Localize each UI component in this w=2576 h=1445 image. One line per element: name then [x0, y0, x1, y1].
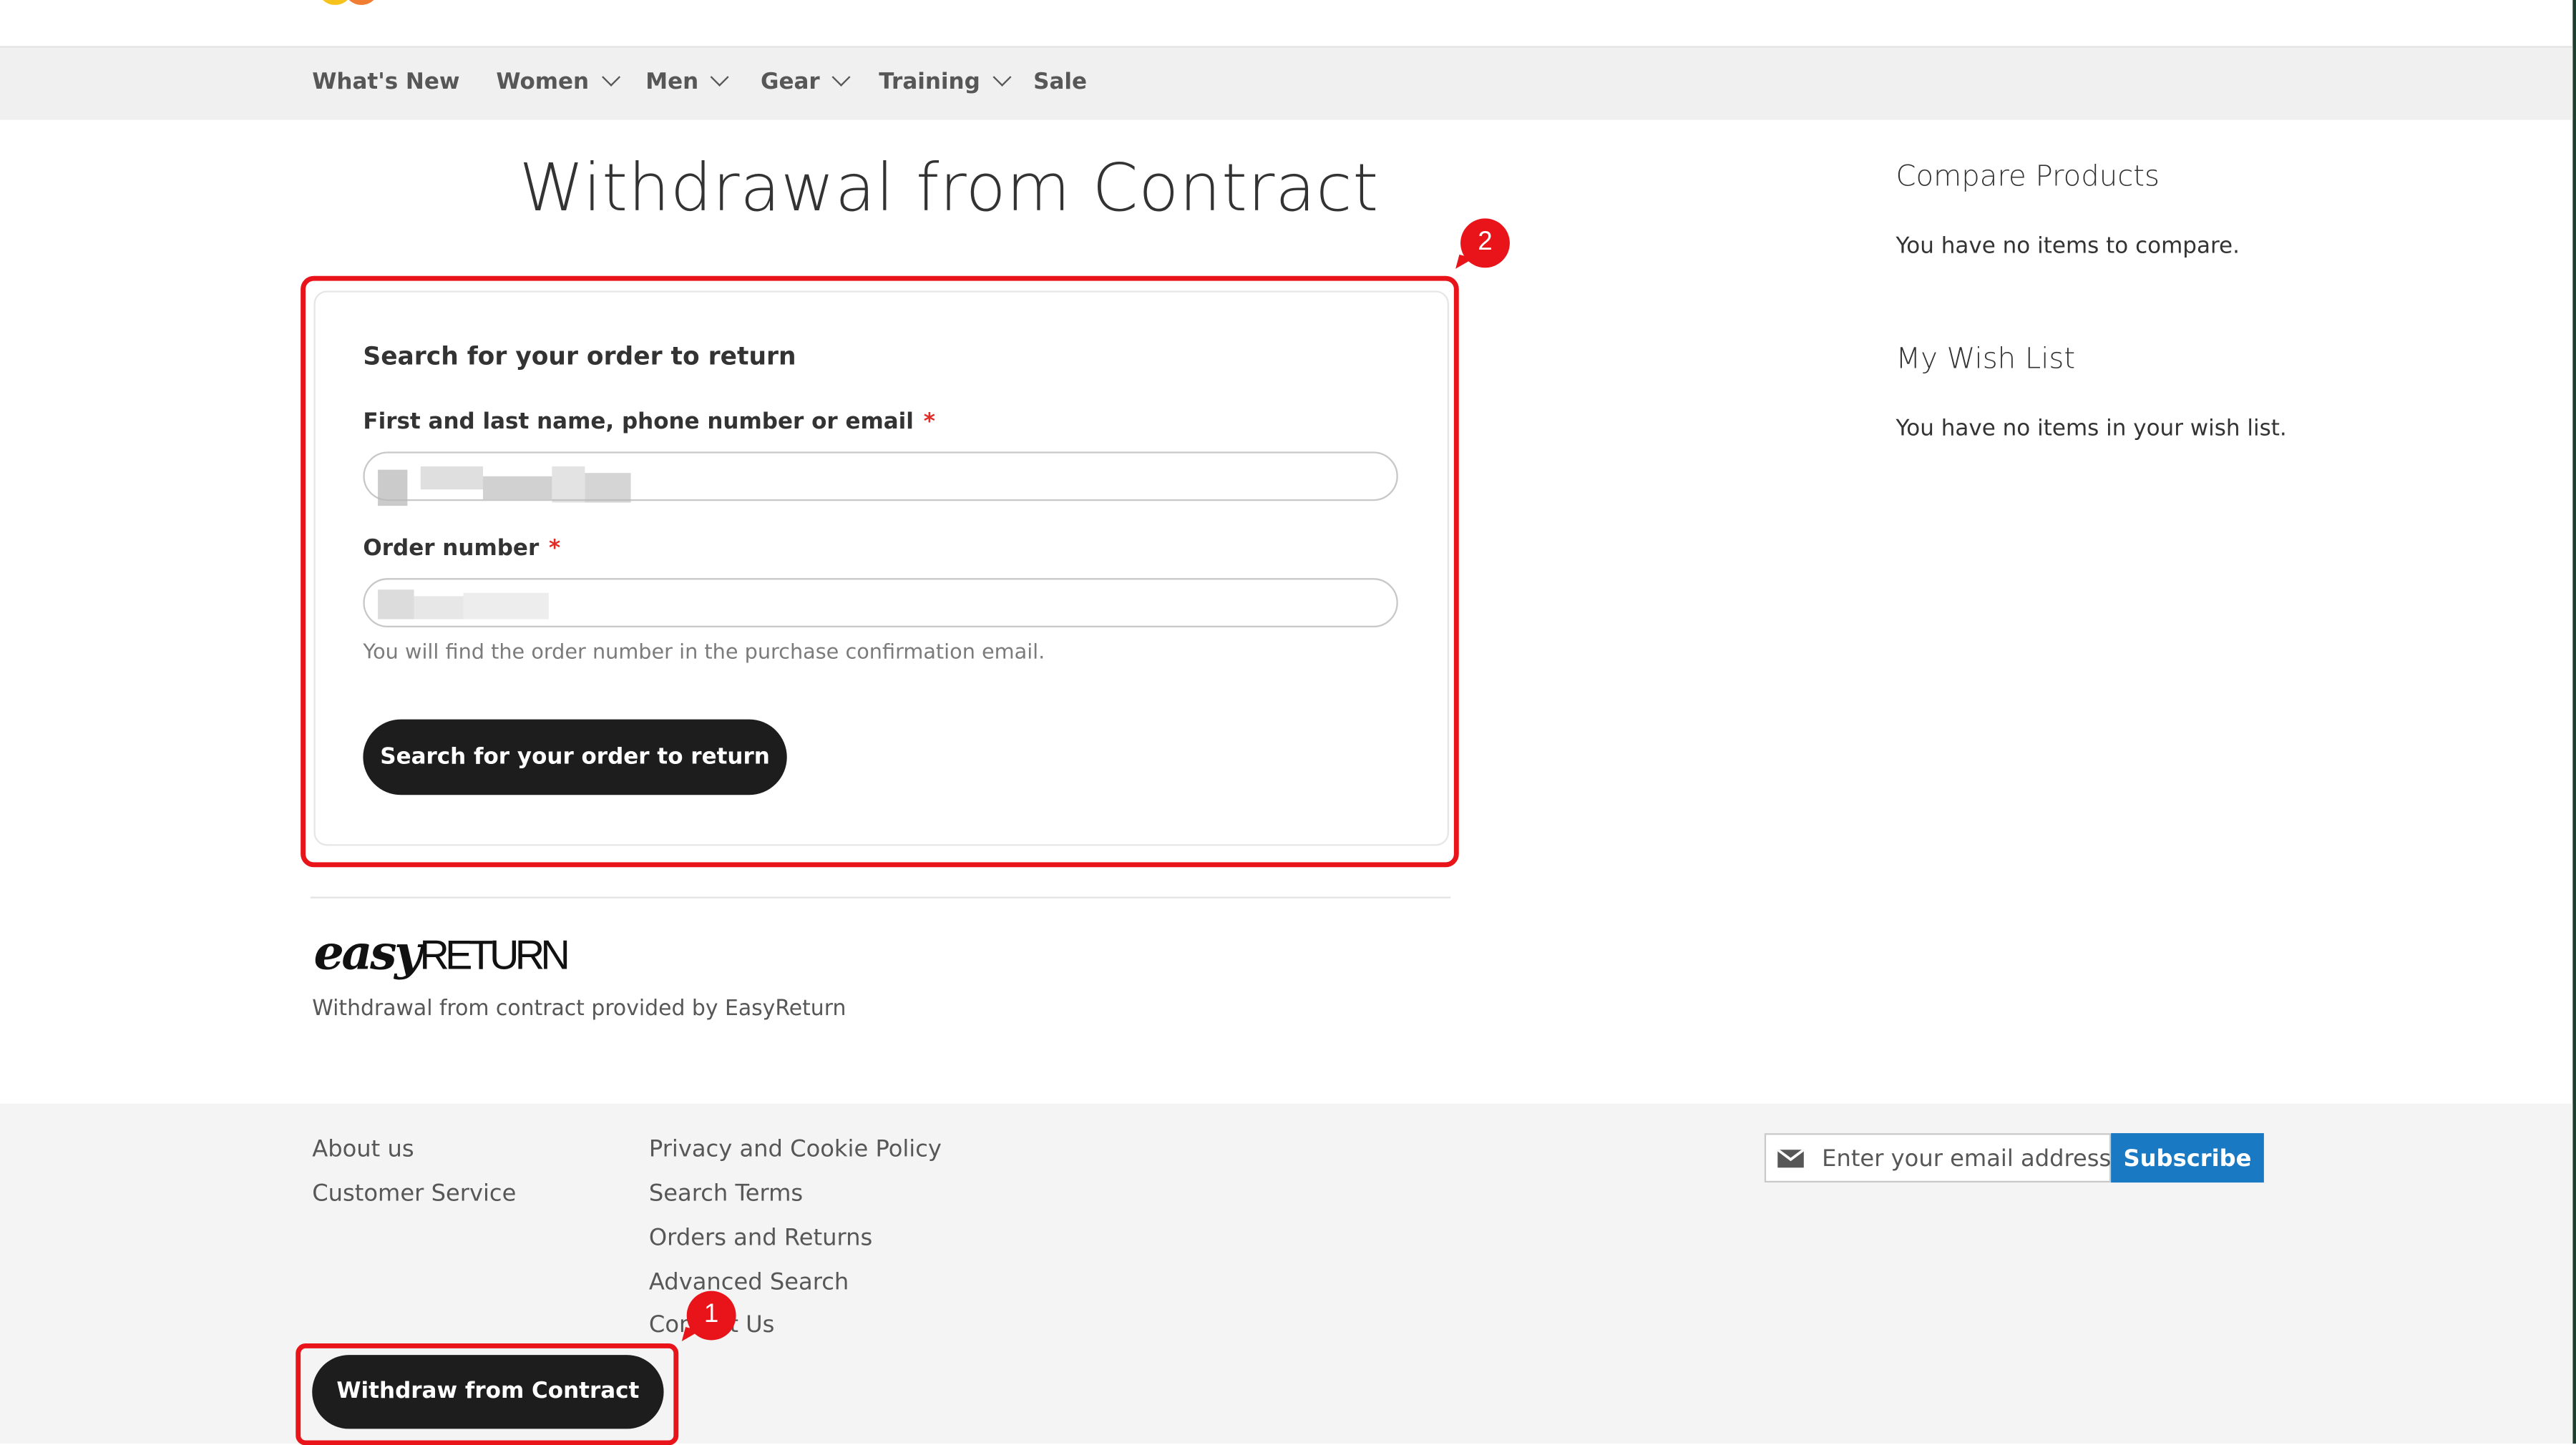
footer-link-advanced-search[interactable]: Advanced Search [649, 1270, 849, 1296]
page-title: Withdrawal from Contract [519, 151, 1379, 227]
chevron-down-icon [601, 67, 620, 87]
step-marker-1: 1 [686, 1290, 736, 1341]
main-navigation: What's New Women Men Gear Training Sale [0, 46, 2573, 120]
chevron-down-icon [992, 67, 1011, 87]
compare-products-title: Compare Products [1896, 160, 2160, 194]
nav-item-whats-new[interactable]: What's New [312, 69, 459, 95]
easyreturn-logo: easyRETURN [313, 924, 570, 981]
footer-link-orders-returns[interactable]: Orders and Returns [649, 1225, 872, 1252]
mail-icon [1777, 1150, 1804, 1168]
easyreturn-caption: Withdrawal from contract provided by Eas… [312, 996, 847, 1022]
wishlist-title: My Wish List [1896, 343, 2076, 376]
easyreturn-logo-easy: easy [313, 924, 422, 981]
window-edge [2572, 0, 2576, 1444]
nav-item-sale[interactable]: Sale [1033, 69, 1087, 95]
wishlist-empty: You have no items in your wish list. [1896, 415, 2287, 442]
form-highlight-box [301, 275, 1459, 868]
newsletter-placeholder: Enter your email address [1822, 1146, 2112, 1173]
store-logo[interactable] [317, 0, 396, 5]
chevron-down-icon [831, 67, 851, 87]
nav-item-men[interactable]: Men [645, 67, 730, 95]
compare-products-empty: You have no items to compare. [1896, 233, 2240, 260]
easyreturn-logo-return: RETURN [419, 933, 570, 979]
nav-item-women[interactable]: Women [496, 67, 620, 95]
footer-link-customer-service[interactable]: Customer Service [312, 1181, 516, 1208]
chevron-down-icon [711, 67, 730, 87]
subscribe-button[interactable]: Subscribe [2111, 1133, 2264, 1183]
step-marker-2: 2 [1460, 218, 1510, 268]
footer-link-privacy[interactable]: Privacy and Cookie Policy [649, 1137, 942, 1163]
nav-item-training[interactable]: Training [879, 67, 1011, 95]
withdraw-highlight-box [296, 1343, 679, 1445]
nav-item-gear[interactable]: Gear [761, 67, 851, 95]
footer-link-about-us[interactable]: About us [312, 1137, 414, 1163]
page: What's New Women Men Gear Training Sale … [0, 0, 2576, 1445]
footer-link-search-terms[interactable]: Search Terms [649, 1181, 803, 1208]
divider [310, 896, 1451, 898]
